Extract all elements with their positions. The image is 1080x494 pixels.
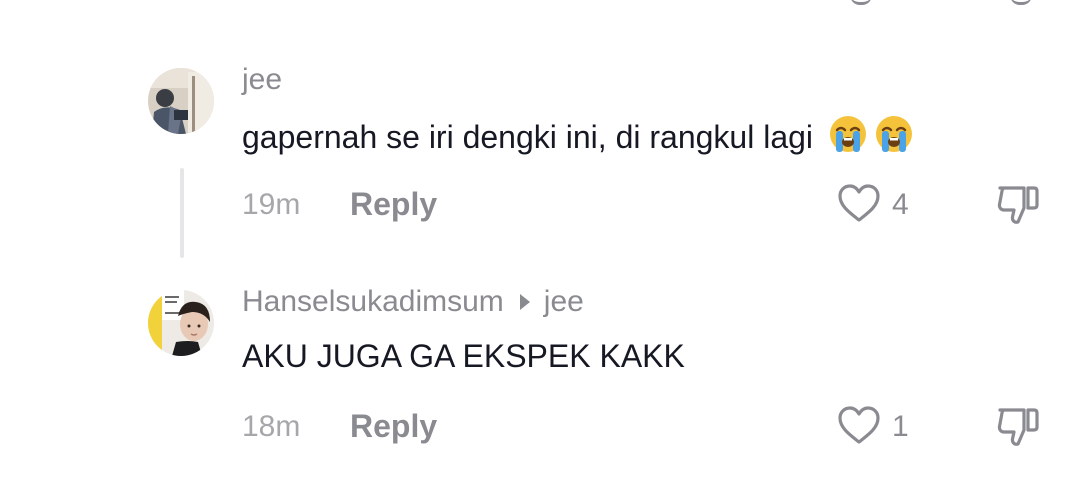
loudly-crying-face-icon [874,114,914,163]
like-count: 4 [892,188,909,221]
comment-author-row: jee [242,62,282,98]
loudly-crying-face-icon [828,114,868,163]
heart-outline-icon[interactable] [836,404,882,446]
comment-meta-row: 18m Reply 1 [242,404,1042,448]
comment-author-row: Hanselsukadimsum jee [242,284,584,320]
comment-text: AKU JUGA GA EKSPEK KAKK [242,336,685,376]
like-count: 1 [892,410,909,443]
reply-button[interactable]: Reply [350,186,437,222]
comment-body: AKU JUGA GA EKSPEK KAKK [242,338,685,374]
comment-timestamp: 18m [242,410,301,443]
reply-arrow-icon [519,294,530,310]
comment-timestamp: 19m [242,188,301,221]
reply-button[interactable]: Reply [350,408,437,444]
reply-to-author[interactable]: jee [544,284,584,320]
comment-meta-row: 19m Reply 4 [242,182,1042,226]
previous-comment-actions-cutoff [830,0,1040,5]
heart-outline-icon[interactable] [836,182,882,224]
thumbs-down-icon[interactable] [994,182,1042,228]
comment-author[interactable]: Hanselsukadimsum [242,284,504,320]
comment-text: gapernah se iri dengki ini, di rangkul l… [242,114,914,163]
avatar[interactable] [148,68,214,134]
comment-author[interactable]: jee [242,62,282,98]
thread-line [180,168,184,258]
thumbs-down-icon[interactable] [994,404,1042,450]
avatar[interactable] [148,290,214,356]
comment-body: gapernah se iri dengki ini, di rangkul l… [242,119,814,155]
